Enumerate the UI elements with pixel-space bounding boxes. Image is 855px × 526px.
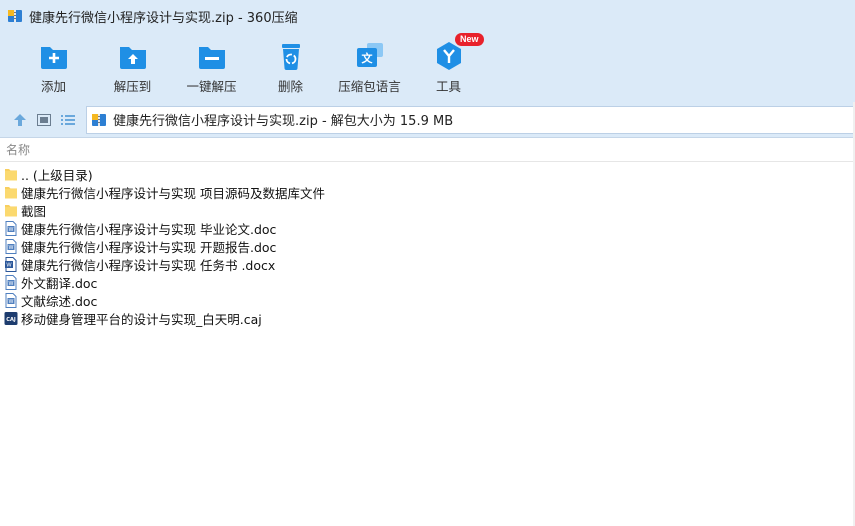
folder-icon <box>5 168 17 180</box>
file-list-item[interactable]: CAJ 移动健身管理平台的设计与实现_白天明.caj <box>0 309 855 327</box>
word-document-icon: W <box>5 238 17 254</box>
file-name: 健康先行微信小程序设计与实现 任务书 .docx <box>21 257 276 273</box>
list-view-icon <box>61 114 75 125</box>
go-up-button[interactable] <box>8 108 32 132</box>
folder-icon <box>5 186 17 198</box>
svg-text:W: W <box>6 262 12 268</box>
thumbnail-view-icon <box>37 113 51 126</box>
navigation-bar: 健康先行微信小程序设计与实现.zip - 解包大小为 15.9 MB <box>0 102 855 138</box>
file-name: 截图 <box>21 203 47 219</box>
file-name: 移动健身管理平台的设计与实现_白天明.caj <box>21 311 262 327</box>
one-click-extract-label: 一键解压 <box>186 79 237 94</box>
new-badge: New <box>455 33 484 46</box>
word-document-icon: W <box>5 256 17 272</box>
archive-language-label: 压缩包语言 <box>338 79 401 94</box>
word-document-icon: W <box>5 274 17 290</box>
file-list-item[interactable]: W 健康先行微信小程序设计与实现 开题报告.doc <box>0 237 855 255</box>
extract-to-label: 解压到 <box>113 79 152 94</box>
add-icon <box>40 47 67 69</box>
file-name: .. (上级目录) <box>21 167 93 183</box>
thumbnail-view-button[interactable] <box>32 108 56 132</box>
path-field[interactable]: 健康先行微信小程序设计与实现.zip - 解包大小为 15.9 MB <box>86 105 855 134</box>
file-list: .. (上级目录) 健康先行微信小程序设计与实现 项目源码及数据库文件 截图 W 健康先… <box>0 162 855 327</box>
toolbar: 添加 解压到 一键解压 删除 文 压缩包语言 New 工具 <box>0 32 855 102</box>
file-list-item[interactable]: W 健康先行微信小程序设计与实现 毕业论文.doc <box>0 219 855 237</box>
file-name: 外文翻译.doc <box>21 275 98 291</box>
file-list-item[interactable]: 截图 <box>0 201 855 219</box>
file-list-item[interactable]: .. (上级目录) <box>0 165 855 183</box>
file-list-item[interactable]: W 文献综述.doc <box>0 291 855 309</box>
svg-text:CAJ: CAJ <box>6 317 16 323</box>
svg-text:W: W <box>9 227 14 233</box>
delete-label: 删除 <box>277 79 303 94</box>
one-click-extract-button[interactable]: 一键解压 <box>172 32 251 95</box>
window-title: 健康先行微信小程序设计与实现.zip - 360压缩 <box>29 10 298 26</box>
delete-button[interactable]: 删除 <box>251 32 330 95</box>
one-click-extract-icon <box>198 47 225 69</box>
svg-text:W: W <box>9 281 14 287</box>
extract-to-icon <box>119 47 146 69</box>
file-name: 健康先行微信小程序设计与实现 开题报告.doc <box>21 239 277 255</box>
file-name: 健康先行微信小程序设计与实现 项目源码及数据库文件 <box>21 185 325 201</box>
tools-label: 工具 <box>435 79 461 94</box>
file-list-item[interactable]: W 外文翻译.doc <box>0 273 855 291</box>
column-header-name[interactable]: 名称 <box>0 138 855 162</box>
zip-archive-icon <box>92 113 106 126</box>
language-icon: 文 <box>356 43 383 67</box>
list-view-button[interactable] <box>56 108 80 132</box>
svg-text:W: W <box>9 299 14 305</box>
arrow-up-icon <box>14 113 26 126</box>
file-list-item[interactable]: 健康先行微信小程序设计与实现 项目源码及数据库文件 <box>0 183 855 201</box>
caj-document-icon: CAJ <box>4 311 18 325</box>
path-text: 健康先行微信小程序设计与实现.zip - 解包大小为 15.9 MB <box>113 114 454 129</box>
title-bar: 健康先行微信小程序设计与实现.zip - 360压缩 <box>0 0 855 32</box>
file-name: 健康先行微信小程序设计与实现 毕业论文.doc <box>21 221 277 237</box>
extract-to-button[interactable]: 解压到 <box>93 32 172 95</box>
archive-language-button[interactable]: 文 压缩包语言 <box>330 32 409 95</box>
folder-icon <box>5 204 17 216</box>
svg-text:文: 文 <box>361 51 373 65</box>
svg-text:W: W <box>9 245 14 251</box>
app-window: 健康先行微信小程序设计与实现.zip - 360压缩 添加 解压到 一键解压 删… <box>0 0 855 526</box>
word-document-icon: W <box>5 292 17 308</box>
tools-button[interactable]: New 工具 <box>409 32 488 95</box>
file-list-item[interactable]: W 健康先行微信小程序设计与实现 任务书 .docx <box>0 255 855 273</box>
file-name: 文献综述.doc <box>21 293 98 309</box>
zip-archive-icon <box>7 8 23 24</box>
delete-icon <box>281 44 300 70</box>
add-button[interactable]: 添加 <box>14 32 93 95</box>
word-document-icon: W <box>5 220 17 236</box>
add-label: 添加 <box>40 79 66 94</box>
column-header-label: 名称 <box>6 143 31 157</box>
